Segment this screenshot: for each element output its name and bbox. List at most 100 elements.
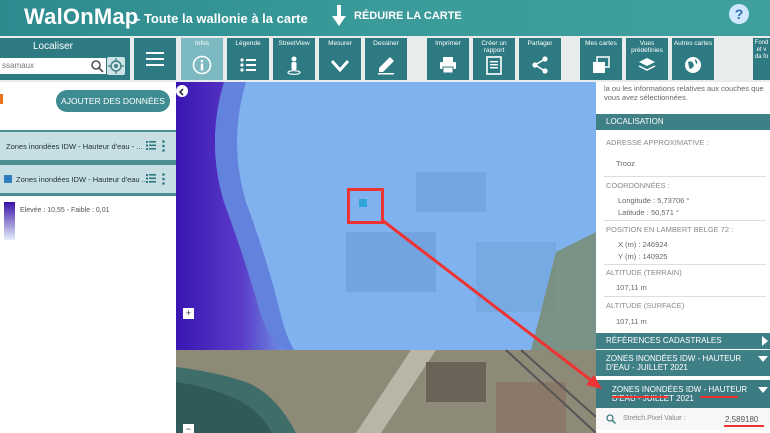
- info-panel: la ou les informations relatives aux cou…: [596, 82, 770, 433]
- hamburger-icon-line: [146, 58, 164, 60]
- tool-rapport-label: Créer un rapport: [481, 40, 507, 54]
- alt-surface-label: ALTITUDE (SURFACE): [606, 301, 685, 310]
- globe-icon: [685, 57, 701, 73]
- fond-de-carte-button[interactable]: Fond et v da fo: [753, 38, 770, 80]
- tool-legende-label: Légende: [235, 40, 261, 47]
- brand-logo[interactable]: WalOnMap: [24, 4, 138, 30]
- tool-legende-button[interactable]: Légende: [227, 38, 269, 80]
- search-icon[interactable]: [90, 59, 104, 73]
- pencil-icon: [378, 57, 394, 75]
- section-zones-1[interactable]: ZONES INONDÉES IDW - HAUTEUR D'EAU - JUI…: [596, 350, 770, 376]
- person-icon: [287, 56, 301, 75]
- info-intro: la ou les informations relatives aux cou…: [604, 84, 764, 102]
- layer-name: Zones inondées IDW - Hauteur d'eau - ...: [6, 142, 143, 151]
- localiser-panel: Localiser ssamaux: [0, 38, 130, 80]
- report-icon: [486, 56, 502, 75]
- map-imagery: [176, 82, 596, 433]
- collapse-panel-icon[interactable]: [176, 85, 188, 97]
- my-maps-icon: [593, 56, 610, 73]
- alt-surface-value: 107,11 m: [616, 317, 647, 326]
- alert-marker: [0, 94, 3, 104]
- tool-mesurer-label: Mesurer: [328, 40, 352, 47]
- layer-item[interactable]: Zones inondées IDW - Hauteur d'eau - ...: [0, 132, 176, 160]
- legend-color-ramp: [4, 202, 15, 240]
- tool-streetview-label: StreetView: [278, 40, 310, 47]
- section-localisation[interactable]: LOCALISATION: [596, 114, 770, 130]
- info-icon: [192, 55, 212, 75]
- brand-tagline: - Toute la wallonie à la carte: [136, 11, 308, 26]
- chevron-down-icon: [758, 356, 768, 362]
- tool-infos-button[interactable]: Infos: [181, 38, 223, 80]
- zoom-in-button[interactable]: +: [183, 308, 194, 319]
- address-value: Trooz: [616, 159, 635, 168]
- tool-imprimer-label: Imprimer: [435, 40, 461, 47]
- tool-dessiner-button[interactable]: Dessiner: [365, 38, 407, 80]
- layers-panel: AJOUTER DES DONNÉES Zones inondées IDW -…: [0, 82, 176, 433]
- legend-range-text: Elevée : 10,55 - Faible : 0,01: [20, 207, 110, 214]
- section-cadastre[interactable]: RÉFÉRENCES CADASTRALES: [596, 333, 770, 349]
- add-data-button[interactable]: AJOUTER DES DONNÉES: [56, 90, 170, 112]
- tool-mesurer-button[interactable]: Mesurer: [319, 38, 361, 80]
- tool-rapport-button[interactable]: Créer un rapport: [473, 38, 515, 80]
- tool-mescartes-button[interactable]: Mes cartes: [580, 38, 622, 80]
- lambert-label: POSITION EN LAMBERT BELGE 72 :: [606, 225, 734, 234]
- coords-label: COORDONNÉES :: [606, 181, 670, 190]
- chevron-left-icon: [178, 88, 184, 96]
- more-vertical-icon[interactable]: [162, 140, 165, 152]
- chevron-right-icon: [762, 336, 770, 346]
- section-zones-2[interactable]: ZONES INONDÉES IDW - HAUTEUR D'EAU - JUI…: [596, 380, 770, 408]
- printer-icon: [440, 57, 456, 74]
- stretch-value: 2,589180: [725, 415, 759, 424]
- stretch-label: Stretch.Pixel Value :: [623, 415, 686, 422]
- tool-infos-label: Infos: [194, 40, 210, 47]
- divider: [604, 264, 766, 265]
- legend-list-icon[interactable]: [146, 141, 156, 150]
- divider: [604, 176, 766, 177]
- tool-partager-button[interactable]: Partager: [519, 38, 561, 80]
- address-label: ADRESSE APPROXIMATIVE :: [606, 138, 709, 147]
- section-zones-1-label: ZONES INONDÉES IDW - HAUTEUR D'EAU - JUI…: [606, 354, 742, 372]
- tool-partager-label: Partager: [527, 40, 553, 47]
- divider: [604, 220, 766, 221]
- toolbar: Localiser ssamaux Infos Légende StreetVi…: [0, 36, 770, 82]
- selected-pixel: [359, 199, 367, 207]
- layer-item[interactable]: Zones inondées IDW - Hauteur d'eau ...: [0, 165, 176, 193]
- locate-target-icon[interactable]: [107, 57, 125, 75]
- hamburger-menu-button[interactable]: [134, 38, 176, 80]
- red-underline: [700, 396, 738, 398]
- map-view[interactable]: + −: [176, 82, 596, 433]
- tool-imprimer-button[interactable]: Imprimer: [427, 38, 469, 80]
- x-value: X (m) : 246924: [618, 240, 668, 249]
- reduce-map-button[interactable]: RÉDUIRE LA CARTE: [332, 4, 462, 28]
- alt-terrain-label: ALTITUDE (TERRAIN): [606, 268, 682, 277]
- hamburger-icon-line: [146, 64, 164, 66]
- layer-group: Zones inondées IDW - Hauteur d'eau - ...…: [0, 130, 176, 196]
- tool-vues-button[interactable]: Vues prédéfinies: [626, 38, 668, 80]
- section-cadastre-label: RÉFÉRENCES CADASTRALES: [606, 336, 722, 345]
- tool-dessiner-label: Dessiner: [373, 40, 399, 47]
- chevron-down-icon: [758, 387, 768, 393]
- share-icon: [532, 56, 548, 74]
- app-header: WalOnMap - Toute la wallonie à la carte …: [0, 0, 770, 36]
- section-zones-2-label: ZONES INONDÉES IDW - HAUTEUR D'EAU - JUI…: [612, 385, 748, 403]
- layer-name: Zones inondées IDW - Hauteur d'eau ...: [16, 175, 148, 184]
- legend-list-icon[interactable]: [146, 174, 156, 183]
- measure-icon: [330, 60, 350, 73]
- longitude-value: Longitude : 5,73706 °: [618, 196, 690, 205]
- alt-terrain-value: 107,11 m: [616, 283, 647, 292]
- layer-visibility-checkbox[interactable]: [4, 175, 12, 183]
- hamburger-icon: [146, 52, 164, 54]
- arrow-down-icon: [332, 5, 346, 26]
- tool-streetview-button[interactable]: StreetView: [273, 38, 315, 80]
- localiser-title: Localiser: [32, 41, 74, 52]
- more-vertical-icon[interactable]: [162, 173, 165, 185]
- red-underline: [724, 425, 764, 427]
- tool-mescartes-label: Mes cartes: [585, 40, 617, 47]
- help-button[interactable]: ?: [729, 4, 749, 24]
- layers-icon: [638, 58, 656, 71]
- tool-autres-label: Autres cartes: [673, 40, 713, 47]
- tool-autres-button[interactable]: Autres cartes: [672, 38, 714, 80]
- zoom-out-button[interactable]: −: [183, 424, 194, 433]
- tool-vues-label: Vues prédéfinies: [631, 40, 663, 54]
- search-icon[interactable]: [606, 414, 616, 424]
